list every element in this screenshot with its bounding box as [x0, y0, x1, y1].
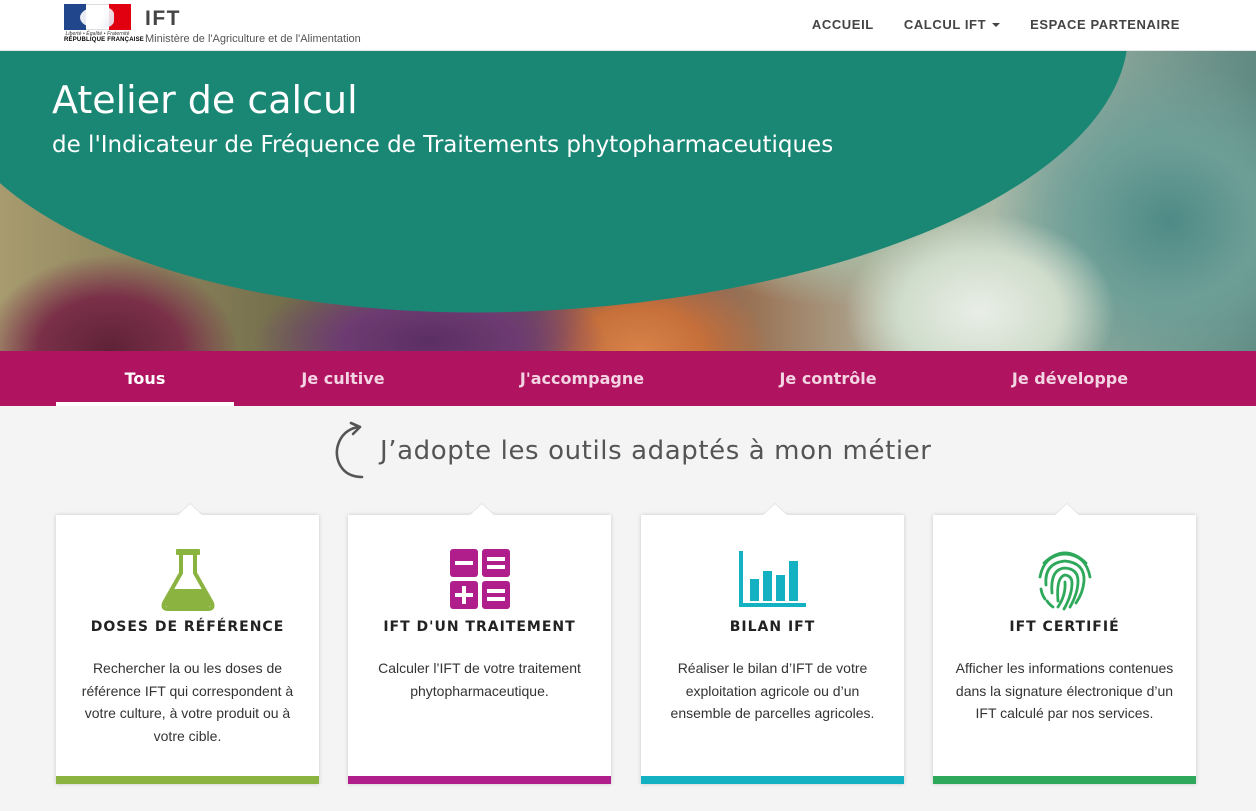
hero-banner: Atelier de calcul de l'Indicateur de Fré… [0, 51, 1256, 351]
card-bilan-ift[interactable]: BILAN IFT Réaliser le bilan d’IFT de vot… [641, 515, 904, 784]
flask-icon [56, 549, 319, 611]
card-accent-bar [641, 776, 904, 784]
caret-down-icon [992, 22, 1001, 27]
nav-accueil[interactable]: ACCUEIL [812, 17, 874, 32]
hero-title: Atelier de calcul [52, 78, 358, 122]
hero-subtitle: de l'Indicateur de Fréquence de Traiteme… [52, 132, 834, 158]
curved-arrow-icon [335, 421, 364, 479]
tab-je-cultive[interactable]: Je cultive [254, 351, 432, 406]
fingerprint-icon [933, 549, 1196, 611]
tab-je-developpe[interactable]: Je développe [968, 351, 1172, 406]
card-description: Calculer l’IFT de votre traitement phyto… [378, 660, 581, 699]
card-title: BILAN IFT [729, 619, 816, 635]
card-description: Rechercher la ou les doses de référence … [81, 660, 294, 744]
card-accent-bar [933, 776, 1196, 784]
nav-espace-partenaire[interactable]: ESPACE PARTENAIRE [1030, 17, 1180, 32]
ministry-name: Ministère de l'Agriculture et de l'Alime… [145, 33, 361, 45]
card-description: Afficher les informations contenues dans… [955, 660, 1174, 721]
card-accent-bar [56, 776, 319, 784]
tab-tous[interactable]: Tous [56, 351, 234, 406]
bar-chart-icon [641, 549, 904, 611]
nav-accueil-label: ACCUEIL [811, 17, 874, 32]
card-title: IFT CERTIFIÉ [1009, 619, 1120, 635]
tab-je-controle[interactable]: Je contrôle [728, 351, 928, 406]
site-header: Liberté • Égalité • Fraternité RÉPUBLIQU… [0, 0, 1256, 51]
marianne-icon [80, 7, 114, 28]
card-title: IFT D'UN TRAITEMENT [383, 619, 576, 635]
audience-tabs: Tous Je cultive J'accompagne Je contrôle… [0, 351, 1256, 406]
main-nav: ACCUEIL CALCUL IFT ESPACE PARTENAIRE [812, 17, 1180, 32]
card-doses-de-reference[interactable]: DOSES DE RÉFÉRENCE Rechercher la ou les … [56, 515, 319, 784]
tab-j-accompagne[interactable]: J'accompagne [480, 351, 684, 406]
calculator-icon [348, 549, 611, 611]
nav-espace-partenaire-label: ESPACE PARTENAIRE [1030, 17, 1180, 32]
card-description: Réaliser le bilan d’IFT de votre exploit… [670, 660, 875, 721]
card-title: DOSES DE RÉFÉRENCE [90, 619, 285, 635]
card-accent-bar [348, 776, 611, 784]
card-ift-d-un-traitement[interactable]: IFT D'UN TRAITEMENT Calculer l’IFT de vo… [348, 515, 611, 784]
nav-calcul-ift-label: CALCUL IFT [903, 17, 987, 32]
nav-calcul-ift[interactable]: CALCUL IFT [903, 17, 1001, 32]
tagline-text: J’adopte les outils adaptés à mon métier [380, 436, 932, 466]
republique-francaise-logo[interactable]: Liberté • Égalité • Fraternité RÉPUBLIQU… [64, 4, 145, 45]
logo-republique: RÉPUBLIQUE FRANÇAISE [64, 37, 145, 43]
app-name[interactable]: IFT [145, 7, 181, 31]
tagline: J’adopte les outils adaptés à mon métier [332, 420, 932, 482]
card-ift-certifie[interactable]: IFT CERTIFIÉ Afficher les informations c… [933, 515, 1196, 784]
